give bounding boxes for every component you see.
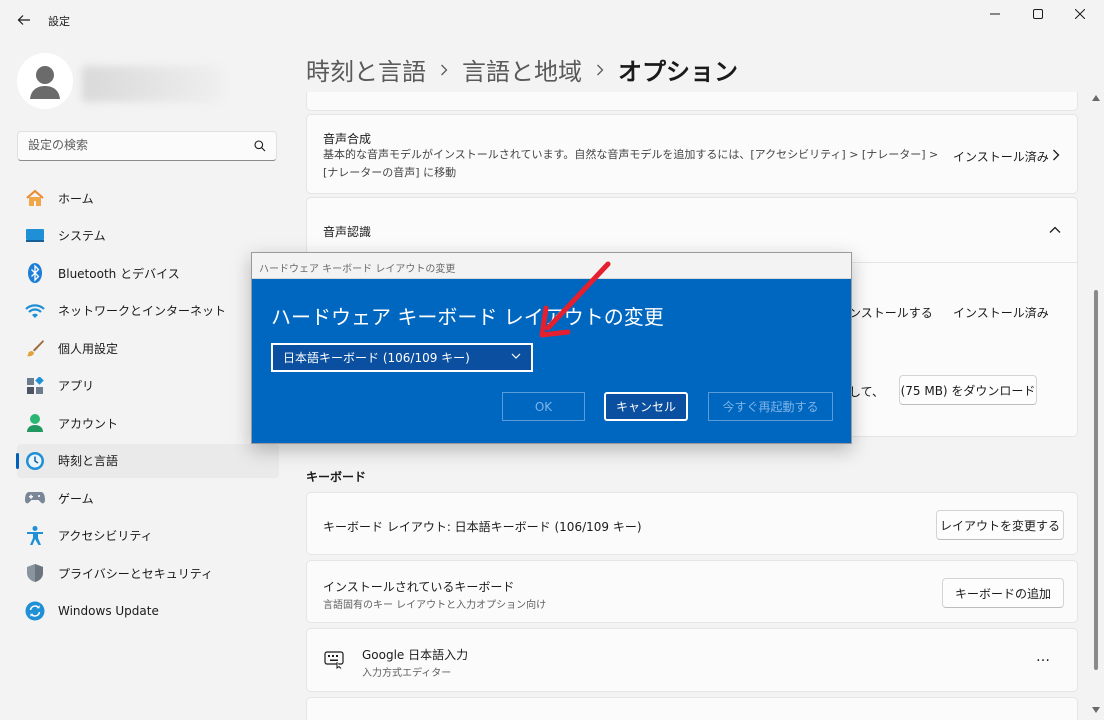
keyboard-icon bbox=[324, 651, 344, 669]
more-options-icon[interactable]: … bbox=[1036, 649, 1050, 665]
chevron-up-icon[interactable] bbox=[1049, 226, 1061, 234]
sidebar-item-label: ゲーム bbox=[58, 491, 94, 506]
nav-list: ホーム システム Bluetooth とデバイス ネットワークとインターネット … bbox=[16, 181, 279, 631]
sidebar-item-privacy[interactable]: プライバシーとセキュリティ bbox=[17, 556, 279, 590]
page-title: オプション bbox=[618, 58, 738, 86]
sidebar-item-label: Bluetooth とデバイス bbox=[58, 266, 180, 281]
search-input[interactable] bbox=[28, 138, 238, 152]
keyboard-section-title: キーボード bbox=[306, 470, 367, 484]
maximize-button[interactable] bbox=[1016, 0, 1060, 28]
maximize-icon bbox=[1033, 9, 1043, 19]
sidebar-item-apps[interactable]: アプリ bbox=[17, 369, 279, 403]
back-arrow-icon bbox=[17, 15, 30, 25]
sidebar-item-network[interactable]: ネットワークとインターネット bbox=[17, 294, 279, 328]
title-bar: 設定 bbox=[0, 0, 1104, 40]
dialog-title-bar: ハードウェア キーボード レイアウトの変更 bbox=[252, 253, 851, 279]
installed-keyboards-title: インストールされているキーボード bbox=[323, 580, 515, 594]
speech-recognition-title: 音声認識 bbox=[323, 225, 372, 239]
sidebar-item-label: アカウント bbox=[58, 416, 119, 431]
chevron-right-icon bbox=[440, 64, 448, 76]
download-button[interactable]: (75 MB) をダウンロード bbox=[899, 375, 1037, 405]
speech-recognition-partial-text: して、 bbox=[849, 385, 885, 399]
sidebar-item-accounts[interactable]: アカウント bbox=[17, 406, 279, 440]
accessibility-icon bbox=[25, 525, 45, 546]
keyboard-layout-selected-value: 日本語キーボード (106/109 キー) bbox=[283, 351, 470, 365]
speech-synthesis-status: インストール済み bbox=[953, 150, 1049, 164]
sidebar-item-label: 個人用設定 bbox=[58, 341, 119, 356]
update-icon bbox=[25, 601, 45, 621]
chevron-down-icon bbox=[511, 353, 521, 359]
dialog-heading: ハードウェア キーボード レイアウトの変更 bbox=[271, 305, 664, 329]
sidebar-item-label: アプリ bbox=[58, 379, 95, 393]
back-button[interactable] bbox=[10, 8, 38, 32]
sidebar-item-personalization[interactable]: 個人用設定 bbox=[17, 331, 279, 365]
sidebar-item-label: Windows Update bbox=[58, 603, 159, 618]
apps-icon bbox=[25, 376, 45, 396]
sidebar-item-system[interactable]: システム bbox=[17, 219, 279, 253]
speech-synthesis-description: 基本的な音声モデルがインストールされています。自然な音声モデルを追加するには、[… bbox=[323, 148, 939, 179]
sidebar: ホーム システム Bluetooth とデバイス ネットワークとインターネット … bbox=[0, 40, 290, 720]
close-icon bbox=[1075, 9, 1085, 19]
sidebar-item-label: ホーム bbox=[58, 191, 94, 206]
restart-now-button[interactable]: 今すぐ再起動する bbox=[708, 392, 833, 421]
installed-keyboards-subtitle: 言語固有のキー レイアウトと入力オプション向け bbox=[323, 600, 547, 611]
sidebar-item-label: プライバシーとセキュリティ bbox=[58, 566, 214, 581]
sidebar-item-accessibility[interactable]: アクセシビリティ bbox=[17, 519, 279, 553]
scroll-down-icon[interactable] bbox=[1091, 706, 1101, 714]
wifi-icon bbox=[25, 301, 45, 321]
search-box[interactable] bbox=[17, 131, 277, 161]
scroll-up-icon[interactable] bbox=[1091, 94, 1101, 102]
user-info-blurred bbox=[82, 66, 222, 102]
ime-card[interactable]: Google 日本語入力 入力方式エディター … bbox=[306, 628, 1078, 692]
app-title: 設定 bbox=[48, 15, 70, 28]
speech-synthesis-card[interactable]: 音声合成 基本的な音声モデルがインストールされています。自然な音声モデルを追加す… bbox=[306, 114, 1078, 194]
breadcrumb: 時刻と言語 言語と地域 オプション bbox=[306, 52, 738, 87]
chevron-right-icon bbox=[596, 64, 604, 76]
close-button[interactable] bbox=[1058, 0, 1102, 28]
add-keyboard-button[interactable]: キーボードの追加 bbox=[942, 578, 1064, 608]
speech-recognition-install-link[interactable]: ンストールする bbox=[849, 304, 933, 321]
shield-icon bbox=[25, 563, 45, 583]
ime-name: Google 日本語入力 bbox=[362, 648, 469, 662]
chevron-right-icon[interactable] bbox=[1052, 149, 1060, 161]
previous-card bbox=[306, 92, 1078, 111]
account-icon bbox=[25, 413, 45, 433]
breadcrumb-language-region[interactable]: 言語と地域 bbox=[462, 52, 582, 87]
ok-button[interactable]: OK bbox=[502, 392, 585, 421]
keyboard-layout-select[interactable]: 日本語キーボード (106/109 キー) bbox=[271, 343, 533, 372]
keyboard-layout-card: キーボード レイアウト: 日本語キーボード (106/109 キー) レイアウト… bbox=[306, 492, 1078, 555]
time-language-icon bbox=[25, 451, 45, 471]
cancel-button[interactable]: キャンセル bbox=[604, 392, 688, 421]
change-layout-button[interactable]: レイアウトを変更する bbox=[936, 510, 1064, 540]
speech-synthesis-title: 音声合成 bbox=[323, 132, 372, 146]
bluetooth-icon bbox=[25, 263, 45, 283]
sidebar-item-home[interactable]: ホーム bbox=[17, 181, 279, 215]
keyboard-layout-label: キーボード レイアウト: 日本語キーボード (106/109 キー) bbox=[323, 520, 642, 534]
breadcrumb-time-language[interactable]: 時刻と言語 bbox=[306, 52, 426, 87]
installed-keyboards-card: インストールされているキーボード 言語固有のキー レイアウトと入力オプション向け… bbox=[306, 560, 1078, 623]
sidebar-item-label: アクセシビリティ bbox=[58, 529, 153, 543]
scrollbar-thumb[interactable] bbox=[1094, 290, 1098, 670]
ime-subtitle: 入力方式エディター bbox=[362, 668, 452, 679]
search-icon[interactable] bbox=[254, 140, 266, 152]
sidebar-item-windows-update[interactable]: Windows Update bbox=[17, 594, 279, 628]
home-icon bbox=[25, 188, 45, 208]
brush-icon bbox=[25, 338, 45, 358]
sidebar-item-bluetooth[interactable]: Bluetooth とデバイス bbox=[17, 256, 279, 290]
dialog-window-title: ハードウェア キーボード レイアウトの変更 bbox=[259, 264, 456, 275]
sidebar-item-label: システム bbox=[58, 229, 106, 243]
speech-recognition-status: インストール済み bbox=[953, 306, 1049, 320]
minimize-icon bbox=[990, 13, 1000, 15]
change-keyboard-layout-dialog: ハードウェア キーボード レイアウトの変更 ハードウェア キーボード レイアウト… bbox=[251, 252, 852, 444]
system-icon bbox=[25, 226, 45, 246]
sidebar-item-label: ネットワークとインターネット bbox=[58, 304, 227, 318]
avatar[interactable] bbox=[17, 53, 73, 109]
next-card bbox=[306, 697, 1078, 720]
sidebar-item-label: 時刻と言語 bbox=[58, 454, 119, 468]
minimize-button[interactable] bbox=[973, 0, 1017, 28]
gamepad-icon bbox=[25, 488, 45, 508]
sidebar-item-gaming[interactable]: ゲーム bbox=[17, 481, 279, 515]
sidebar-item-time-language[interactable]: 時刻と言語 bbox=[16, 443, 279, 478]
user-icon bbox=[30, 66, 60, 99]
